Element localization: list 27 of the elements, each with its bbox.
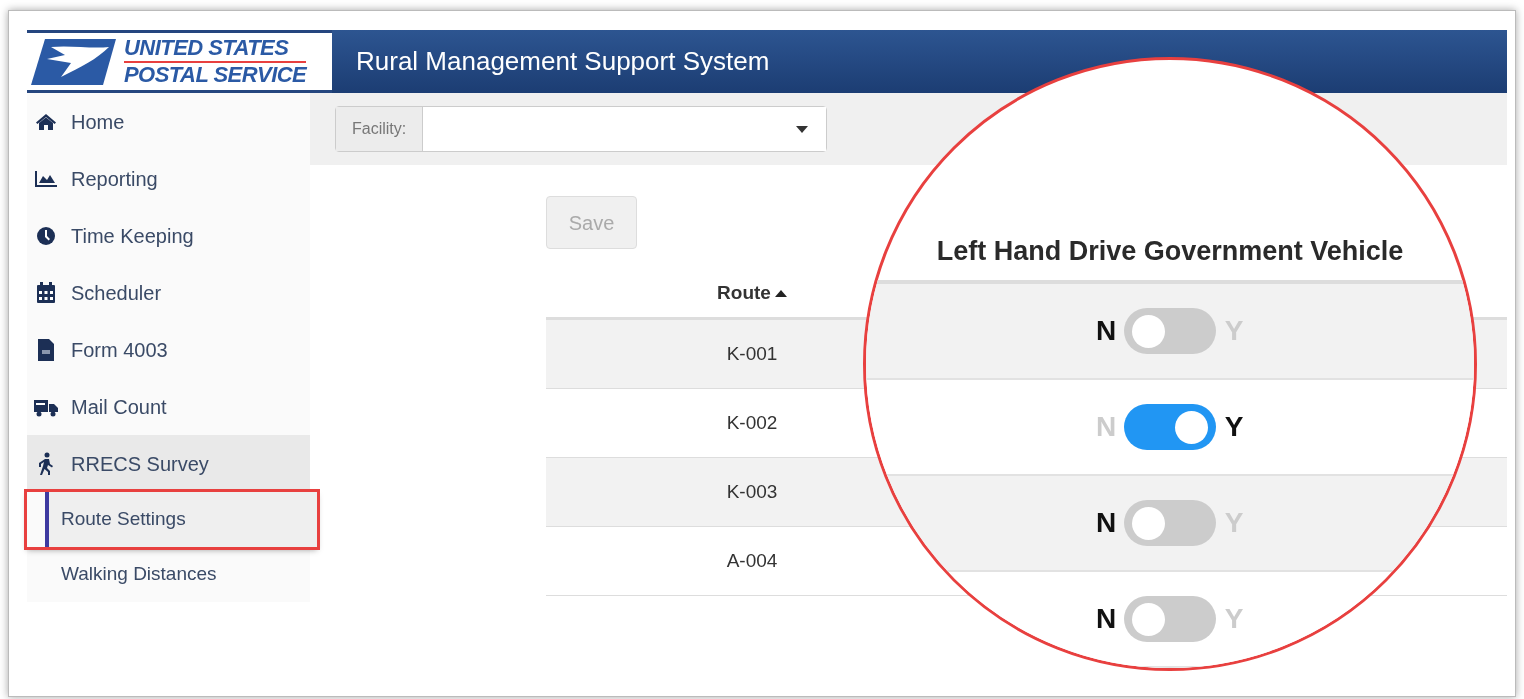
toggle-switch[interactable] (1124, 404, 1216, 450)
table-cell-text: K-001 (726, 341, 778, 366)
chart-icon (34, 169, 58, 188)
toggle-label: N (1094, 506, 1118, 540)
document-icon (37, 337, 55, 362)
clock-icon (36, 225, 56, 246)
sidebar-subitem[interactable]: Walking Distances (49, 547, 310, 602)
home-icon (35, 112, 57, 131)
app-title: Rural Management Support System (355, 45, 770, 78)
calendar-icon (36, 281, 56, 304)
logo-text: POSTAL SERVICE (124, 62, 307, 87)
sidebar-subitem[interactable]: Route Settings (45, 492, 317, 547)
logo-text: UNITED STATES (124, 36, 290, 61)
table-cell-text: K-002 (726, 410, 778, 435)
table-cell-text: K-003 (726, 479, 778, 504)
toggle-label: N (1094, 314, 1118, 348)
toggle-switch[interactable] (1124, 596, 1216, 642)
toggle-label: Y (1223, 410, 1245, 444)
toggle-switch[interactable] (1124, 500, 1216, 546)
table-cell-text: A-004 (726, 548, 778, 573)
eagle-logo-icon (31, 36, 116, 87)
column-header: Left Hand Drive Government Vehicle (936, 235, 1404, 268)
sidebar-item[interactable]: RRECS Survey (27, 435, 310, 492)
toggle-switch[interactable] (1124, 308, 1216, 354)
column-header[interactable]: Route (717, 279, 771, 308)
walking-person-icon (37, 451, 55, 476)
toggle-label: N (1094, 602, 1118, 636)
